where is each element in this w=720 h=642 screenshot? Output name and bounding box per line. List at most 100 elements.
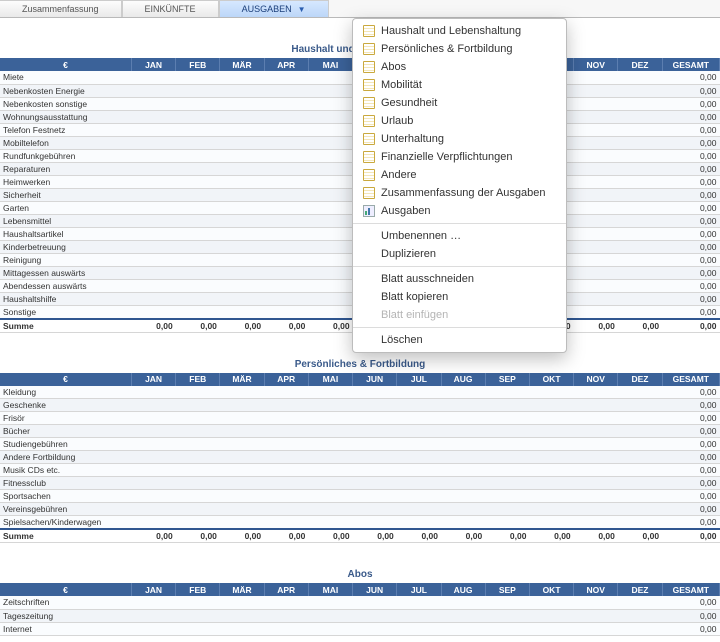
- cell[interactable]: [264, 516, 308, 530]
- cell[interactable]: [529, 464, 573, 477]
- cell[interactable]: [176, 386, 220, 399]
- cell[interactable]: [176, 110, 220, 123]
- cell[interactable]: [574, 438, 618, 451]
- cell[interactable]: [264, 386, 308, 399]
- cell[interactable]: [131, 214, 175, 227]
- cell[interactable]: [220, 201, 264, 214]
- cell[interactable]: [264, 84, 308, 97]
- cell[interactable]: [618, 305, 662, 319]
- cell[interactable]: [176, 266, 220, 279]
- cell[interactable]: [131, 201, 175, 214]
- cell[interactable]: [529, 622, 573, 635]
- cell[interactable]: [131, 227, 175, 240]
- cell[interactable]: [485, 596, 529, 609]
- cell[interactable]: [220, 305, 264, 319]
- cell[interactable]: [618, 279, 662, 292]
- cell[interactable]: [220, 609, 264, 622]
- cell[interactable]: [529, 412, 573, 425]
- cell[interactable]: [441, 451, 485, 464]
- cell[interactable]: [220, 386, 264, 399]
- cell[interactable]: [220, 438, 264, 451]
- cell[interactable]: [131, 477, 175, 490]
- cell[interactable]: [618, 412, 662, 425]
- cell[interactable]: [264, 596, 308, 609]
- cell[interactable]: [618, 201, 662, 214]
- cell[interactable]: [308, 305, 352, 319]
- cell[interactable]: [308, 84, 352, 97]
- cell[interactable]: [308, 136, 352, 149]
- cell[interactable]: [264, 305, 308, 319]
- cell[interactable]: [574, 253, 618, 266]
- cell[interactable]: [176, 136, 220, 149]
- cell[interactable]: [264, 412, 308, 425]
- cell[interactable]: [574, 399, 618, 412]
- cell[interactable]: [397, 490, 441, 503]
- cell[interactable]: [308, 266, 352, 279]
- cell[interactable]: [131, 399, 175, 412]
- cell[interactable]: [485, 425, 529, 438]
- cell[interactable]: [441, 596, 485, 609]
- cell[interactable]: [618, 123, 662, 136]
- cell[interactable]: [131, 84, 175, 97]
- cell[interactable]: [308, 609, 352, 622]
- cell[interactable]: [441, 516, 485, 530]
- cell[interactable]: [220, 227, 264, 240]
- cell[interactable]: [308, 438, 352, 451]
- cell[interactable]: [131, 279, 175, 292]
- cell[interactable]: [308, 596, 352, 609]
- cell[interactable]: [618, 71, 662, 84]
- cell[interactable]: [441, 412, 485, 425]
- menu-item-sheet[interactable]: Andere: [353, 166, 566, 184]
- cell[interactable]: [618, 425, 662, 438]
- cell[interactable]: [176, 149, 220, 162]
- cell[interactable]: [308, 71, 352, 84]
- cell[interactable]: [308, 214, 352, 227]
- cell[interactable]: [308, 464, 352, 477]
- cell[interactable]: [485, 412, 529, 425]
- cell[interactable]: [353, 399, 397, 412]
- menu-item-sheet[interactable]: Gesundheit: [353, 94, 566, 112]
- cell[interactable]: [308, 490, 352, 503]
- cell[interactable]: [264, 253, 308, 266]
- cell[interactable]: [618, 110, 662, 123]
- cell[interactable]: [176, 214, 220, 227]
- cell[interactable]: [131, 412, 175, 425]
- cell[interactable]: [618, 253, 662, 266]
- cell[interactable]: [220, 477, 264, 490]
- cell[interactable]: [618, 451, 662, 464]
- cell[interactable]: [397, 425, 441, 438]
- cell[interactable]: [353, 386, 397, 399]
- cell[interactable]: [618, 97, 662, 110]
- cell[interactable]: [574, 305, 618, 319]
- cell[interactable]: [264, 399, 308, 412]
- cell[interactable]: [264, 71, 308, 84]
- cell[interactable]: [131, 503, 175, 516]
- cell[interactable]: [220, 97, 264, 110]
- cell[interactable]: [131, 425, 175, 438]
- menu-item-sheet[interactable]: Finanzielle Verpflichtungen: [353, 148, 566, 166]
- cell[interactable]: [485, 399, 529, 412]
- cell[interactable]: [441, 386, 485, 399]
- cell[interactable]: [529, 596, 573, 609]
- cell[interactable]: [131, 292, 175, 305]
- cell[interactable]: [308, 292, 352, 305]
- cell[interactable]: [308, 175, 352, 188]
- cell[interactable]: [131, 609, 175, 622]
- cell[interactable]: [131, 266, 175, 279]
- cell[interactable]: [264, 227, 308, 240]
- cell[interactable]: [397, 386, 441, 399]
- cell[interactable]: [618, 175, 662, 188]
- cell[interactable]: [220, 464, 264, 477]
- cell[interactable]: [131, 149, 175, 162]
- cell[interactable]: [131, 123, 175, 136]
- cell[interactable]: [264, 292, 308, 305]
- menu-item-delete[interactable]: Löschen: [353, 331, 566, 349]
- cell[interactable]: [176, 227, 220, 240]
- menu-item-sheet[interactable]: Persönliches & Fortbildung: [353, 40, 566, 58]
- cell[interactable]: [176, 292, 220, 305]
- cell[interactable]: [176, 516, 220, 530]
- cell[interactable]: [353, 425, 397, 438]
- cell[interactable]: [131, 71, 175, 84]
- cell[interactable]: [485, 516, 529, 530]
- cell[interactable]: [529, 386, 573, 399]
